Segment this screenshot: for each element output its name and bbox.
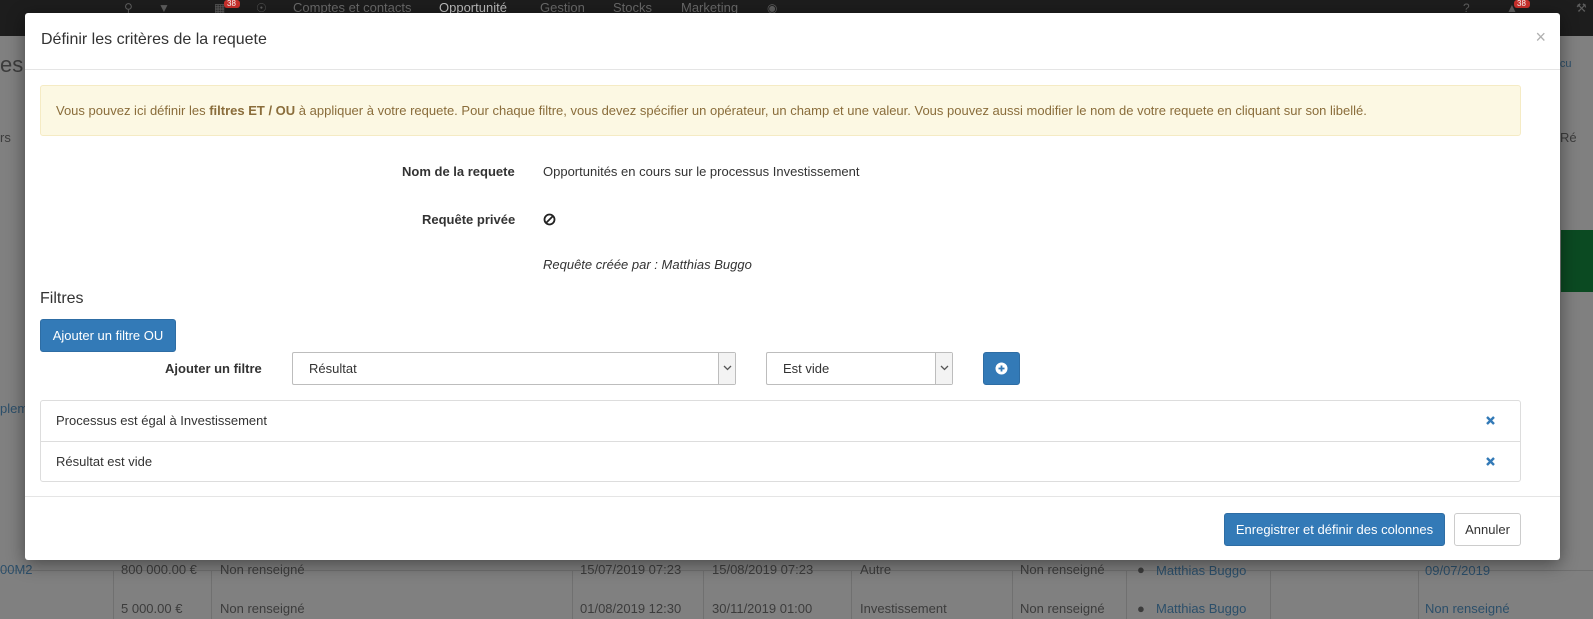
user-icon: ● [1137,562,1145,577]
filters-title: Filtres [40,290,84,307]
table-cell-date: 01/08/2019 12:30 [580,601,682,616]
remove-filter-icon[interactable] [1485,456,1496,467]
table-cell-amount: 800 000.00 € [121,562,197,577]
table-cell-ref[interactable]: 00M2 [0,562,33,577]
calendar-badge: 38 [224,0,240,8]
modal-footer: Enregistrer et définir des colonnes Annu… [25,496,1560,560]
table-cell-status: Non renseigné [220,562,305,577]
add-filter-label: Ajouter un filtre [165,361,262,376]
chevron-down-icon[interactable] [718,353,735,384]
right-text-fragment: Ré [1560,130,1577,145]
query-name-label: Nom de la requete [402,164,515,179]
query-criteria-modal: Définir les critères de la requete × Vou… [25,13,1560,560]
close-icon[interactable]: × [1535,28,1546,46]
row-link-fragment[interactable]: plem [0,401,28,416]
filter-item-text: Processus est égal à Investissement [56,413,267,428]
table-cell-date: 15/08/2019 07:23 [712,562,814,577]
table-cell-owner[interactable]: Matthias Buggo [1156,601,1246,616]
left-text-fragment: rs [0,130,11,145]
filter-item: Résultat est vide [41,441,1520,481]
table-cell-owner[interactable]: Matthias Buggo [1156,563,1246,578]
table-cell-date: 30/11/2019 01:00 [712,601,813,616]
alert-text-before: Vous pouvez ici définir les [56,103,210,118]
add-filter-button[interactable] [983,352,1020,385]
table-cell-process: Autre [860,562,892,577]
table-cell-date-link[interactable]: Non renseigné [1425,601,1510,616]
table-cell-date-link[interactable]: 09/07/2019 [1425,563,1490,578]
table-cell-result: Non renseigné [1020,562,1105,577]
table-cell-result: Non renseigné [1020,601,1105,616]
table-cell-amount: 5 000.00 € [121,601,183,616]
field-select-value: Résultat [309,361,357,376]
table-cell-date: 15/07/2019 07:23 [580,562,682,577]
filter-item: Processus est égal à Investissement [41,401,1520,441]
remove-filter-icon[interactable] [1485,415,1496,426]
ban-icon[interactable] [543,213,556,226]
chevron-down-icon[interactable] [935,353,952,384]
alert-text-bold: filtres ET / OU [209,103,296,118]
query-name-value[interactable]: Opportunités en cours sur le processus I… [543,164,859,179]
filter-list: Processus est égal à Investissement Résu… [40,400,1521,482]
filter-item-text: Résultat est vide [56,454,153,469]
user-icon: ● [1137,601,1145,616]
operator-select-value: Est vide [783,361,830,376]
private-query-label: Requête privée [422,212,516,227]
add-or-filter-button[interactable]: Ajouter un filtre OU [40,319,176,352]
info-alert: Vous pouvez ici définir les filtres ET /… [40,85,1521,136]
table-cell-process: Investissement [860,601,947,616]
field-select[interactable]: Résultat [292,352,736,385]
modal-title: Définir les critères de la requete [41,31,267,48]
notification-badge: 38 [1514,0,1530,8]
table-cell-status: Non renseigné [220,601,305,616]
wrench-icon[interactable]: ⚒ [1576,0,1587,16]
green-panel [1561,230,1593,292]
alert-text-after: à appliquer à votre requete. Pour chaque… [295,103,1367,118]
cancel-button[interactable]: Annuler [1454,513,1521,546]
plus-circle-icon [995,362,1008,375]
save-and-define-columns-button[interactable]: Enregistrer et définir des colonnes [1224,513,1445,546]
operator-select[interactable]: Est vide [766,352,953,385]
modal-header: Définir les critères de la requete × [25,13,1560,70]
created-by-text: Requête créée par : Matthias Buggo [543,257,752,272]
